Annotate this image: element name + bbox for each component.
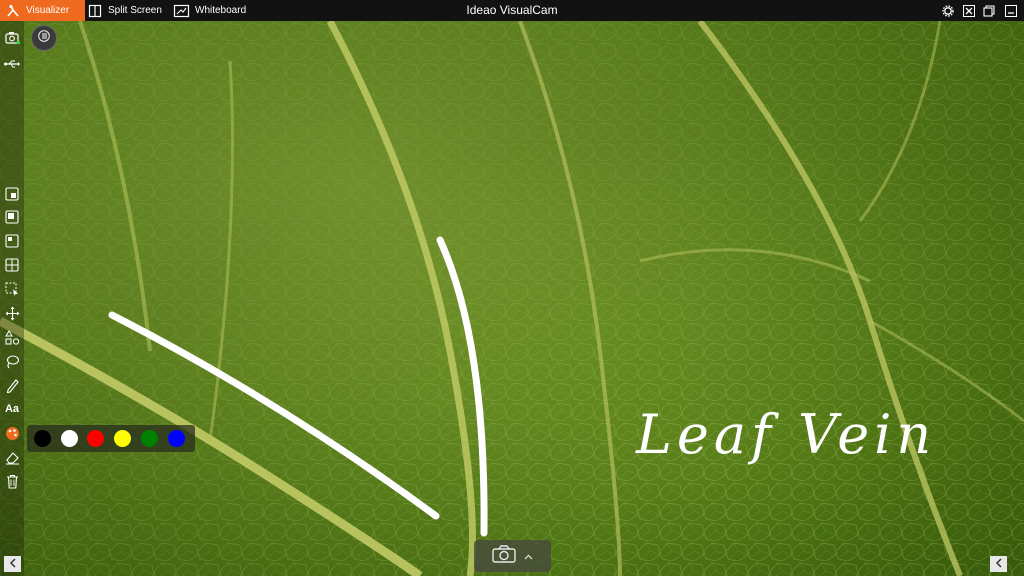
- delete-icon[interactable]: [3, 472, 21, 490]
- color-swatch-white[interactable]: [61, 430, 78, 447]
- tab-visualizer[interactable]: Visualizer: [0, 0, 85, 21]
- tab-label: Visualizer: [26, 5, 70, 16]
- list-icon: [38, 29, 50, 47]
- split-screen-icon: [88, 4, 102, 18]
- tab-split-screen[interactable]: Split Screen: [88, 0, 166, 21]
- tab-label: Split Screen: [108, 5, 162, 16]
- chevron-left-icon: [995, 555, 1003, 573]
- shapes-icon[interactable]: [3, 328, 21, 346]
- chevron-up-icon[interactable]: [524, 547, 533, 565]
- capture-button[interactable]: [474, 540, 551, 572]
- leaf-image: [0, 21, 1024, 576]
- visualizer-icon: [6, 4, 20, 18]
- camera-switch-icon[interactable]: [3, 28, 21, 46]
- camera-icon: [492, 544, 516, 568]
- left-toolbar: Aa: [0, 21, 24, 576]
- selection-icon[interactable]: [3, 280, 21, 298]
- usb-icon[interactable]: [3, 55, 21, 73]
- tab-label: Whiteboard: [195, 5, 247, 16]
- half-screen-icon[interactable]: [3, 232, 21, 250]
- color-swatch-green[interactable]: [141, 430, 158, 447]
- restore-icon[interactable]: [980, 2, 997, 19]
- title-bar: Visualizer Split Screen Whiteboard Ideao…: [0, 0, 1024, 21]
- lasso-icon[interactable]: [3, 352, 21, 370]
- full-screen-icon[interactable]: [3, 208, 21, 226]
- pen-icon[interactable]: [3, 376, 21, 394]
- close-icon[interactable]: [960, 2, 977, 19]
- color-swatch-red[interactable]: [87, 430, 104, 447]
- collapse-left-button[interactable]: [4, 556, 21, 572]
- color-swatch-black[interactable]: [34, 430, 51, 447]
- move-icon[interactable]: [3, 304, 21, 322]
- grid-icon[interactable]: [3, 256, 21, 274]
- menu-button[interactable]: [31, 25, 57, 51]
- annotation-text[interactable]: Leaf Vein: [636, 403, 936, 466]
- settings-icon[interactable]: [939, 2, 956, 19]
- collapse-right-button[interactable]: [990, 556, 1007, 572]
- color-palette: [27, 425, 195, 452]
- freeze-icon[interactable]: [3, 185, 21, 203]
- minimize-icon[interactable]: [1002, 2, 1019, 19]
- color-icon[interactable]: [3, 424, 21, 442]
- eraser-icon[interactable]: [3, 448, 21, 466]
- color-swatch-blue[interactable]: [168, 430, 185, 447]
- whiteboard-icon: [173, 4, 190, 18]
- chevron-left-icon: [9, 555, 17, 573]
- tab-whiteboard[interactable]: Whiteboard: [173, 0, 248, 21]
- text-icon[interactable]: Aa: [3, 400, 21, 418]
- color-swatch-yellow[interactable]: [114, 430, 131, 447]
- camera-view[interactable]: Leaf Vein: [0, 21, 1024, 576]
